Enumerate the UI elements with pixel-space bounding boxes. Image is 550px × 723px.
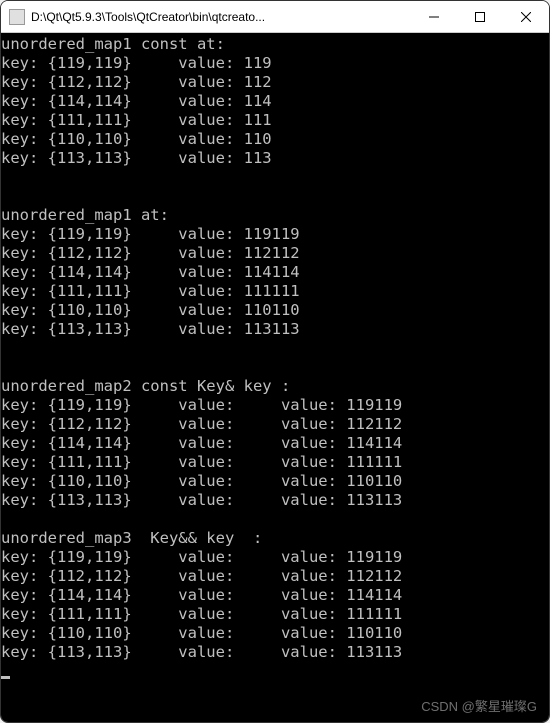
output-row: key: {113,113} value: value: 113113 — [1, 491, 549, 510]
text-cursor — [1, 676, 10, 679]
blank-line — [1, 187, 549, 206]
output-row: key: {114,114} value: value: 114114 — [1, 434, 549, 453]
section-header: unordered_map1 at: — [1, 206, 549, 225]
maximize-icon — [475, 12, 485, 22]
output-row: key: {114,114} value: value: 114114 — [1, 586, 549, 605]
app-icon — [9, 9, 25, 25]
minimize-button[interactable] — [411, 1, 457, 32]
output-row: key: {113,113} value: 113113 — [1, 320, 549, 339]
watermark: CSDN @繁星璀璨G — [421, 697, 537, 716]
output-row: key: {111,111} value: 111 — [1, 111, 549, 130]
blank-line — [1, 339, 549, 358]
output-row: key: {110,110} value: value: 110110 — [1, 472, 549, 491]
titlebar[interactable]: D:\Qt\Qt5.9.3\Tools\QtCreator\bin\qtcrea… — [1, 1, 549, 33]
close-button[interactable] — [503, 1, 549, 32]
output-row: key: {112,112} value: value: 112112 — [1, 567, 549, 586]
blank-line — [1, 168, 549, 187]
output-row: key: {110,110} value: 110 — [1, 130, 549, 149]
window: D:\Qt\Qt5.9.3\Tools\QtCreator\bin\qtcrea… — [0, 0, 550, 723]
close-icon — [521, 12, 531, 22]
output-row: key: {119,119} value: value: 119119 — [1, 548, 549, 567]
output-row: key: {113,113} value: value: 113113 — [1, 643, 549, 662]
section-header: unordered_map3 Key&& key : — [1, 529, 549, 548]
output-row: key: {111,111} value: value: 111111 — [1, 605, 549, 624]
output-row: key: {112,112} value: 112 — [1, 73, 549, 92]
window-title: D:\Qt\Qt5.9.3\Tools\QtCreator\bin\qtcrea… — [31, 10, 411, 24]
blank-line — [1, 358, 549, 377]
minimize-icon — [429, 12, 439, 22]
output-row: key: {119,119} value: 119119 — [1, 225, 549, 244]
output-row: key: {119,119} value: 119 — [1, 54, 549, 73]
window-controls — [411, 1, 549, 32]
output-row: key: {110,110} value: 110110 — [1, 301, 549, 320]
section-header: unordered_map2 const Key& key : — [1, 377, 549, 396]
output-row: key: {113,113} value: 113 — [1, 149, 549, 168]
output-row: key: {112,112} value: value: 112112 — [1, 415, 549, 434]
output-row: key: {110,110} value: value: 110110 — [1, 624, 549, 643]
maximize-button[interactable] — [457, 1, 503, 32]
output-row: key: {114,114} value: 114 — [1, 92, 549, 111]
output-row: key: {111,111} value: 111111 — [1, 282, 549, 301]
output-row: key: {112,112} value: 112112 — [1, 244, 549, 263]
console-output[interactable]: unordered_map1 const at:key: {119,119} v… — [1, 33, 549, 722]
output-row: key: {111,111} value: value: 111111 — [1, 453, 549, 472]
output-row: key: {119,119} value: value: 119119 — [1, 396, 549, 415]
section-header: unordered_map1 const at: — [1, 35, 549, 54]
blank-line — [1, 510, 549, 529]
output-row: key: {114,114} value: 114114 — [1, 263, 549, 282]
